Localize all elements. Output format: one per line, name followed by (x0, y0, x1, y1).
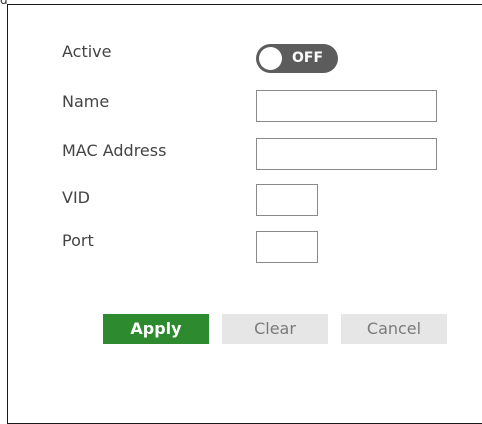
mac-address-label: MAC Address (62, 141, 167, 160)
dialog-panel (7, 4, 482, 424)
cancel-button[interactable]: Cancel (341, 314, 447, 344)
vid-input[interactable] (256, 184, 318, 216)
name-label: Name (62, 92, 110, 111)
toggle-knob (259, 47, 282, 70)
active-toggle[interactable]: OFF (256, 44, 338, 73)
apply-button[interactable]: Apply (103, 314, 209, 344)
name-input[interactable] (256, 90, 437, 122)
active-label: Active (62, 42, 112, 61)
port-label: Port (62, 231, 94, 250)
clear-button[interactable]: Clear (222, 314, 328, 344)
vid-label: VID (62, 188, 90, 207)
mac-address-input[interactable] (256, 138, 437, 170)
cropped-glyph: g (0, 0, 7, 4)
port-input[interactable] (256, 231, 318, 263)
toggle-state-text: OFF (292, 50, 324, 66)
